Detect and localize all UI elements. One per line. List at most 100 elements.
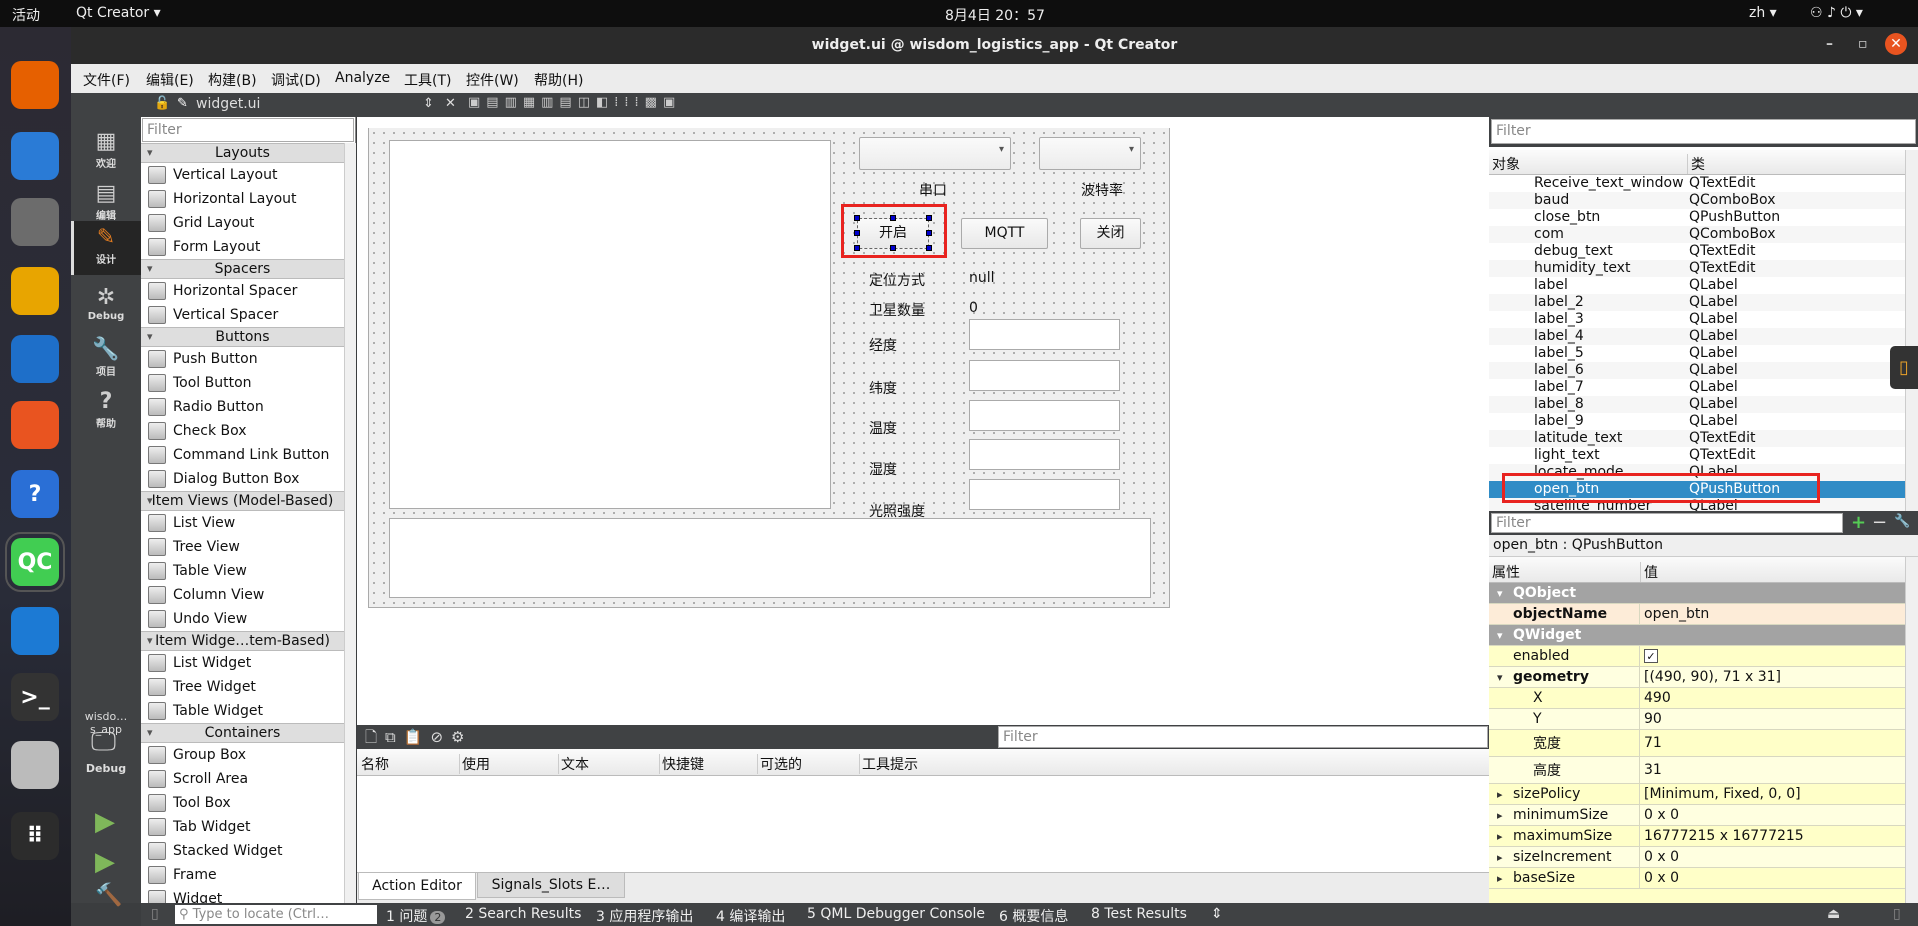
- widget-item[interactable]: Grid Layout: [141, 211, 344, 235]
- output-pane-3[interactable]: 3 应用程序输出: [596, 906, 693, 926]
- debug-run-icon[interactable]: ▶: [95, 847, 115, 877]
- field-input[interactable]: [969, 479, 1120, 510]
- property-row[interactable]: ▸ baseSize 0 x 0: [1489, 868, 1905, 889]
- mode-debug[interactable]: ✲ Debug: [71, 285, 141, 322]
- close-window-button[interactable]: ✕: [1885, 33, 1907, 55]
- vscode-icon[interactable]: [11, 607, 59, 655]
- files-icon[interactable]: [11, 198, 59, 246]
- tab-action-editor[interactable]: Action Editor: [358, 873, 476, 900]
- object-row[interactable]: debug_text QTextEdit: [1489, 243, 1905, 260]
- object-row[interactable]: label_3 QLabel: [1489, 311, 1905, 328]
- action-column-header[interactable]: 名称: [359, 754, 389, 774]
- system-menu-icon[interactable]: ⚇ ♪ ⏻ ▾: [1810, 5, 1863, 21]
- property-row[interactable]: objectName open_btn: [1489, 604, 1905, 625]
- widget-item[interactable]: Stacked Widget: [141, 839, 344, 863]
- build-hammer-icon[interactable]: 🔨: [95, 883, 122, 908]
- object-row[interactable]: Receive_text_window QTextEdit: [1489, 175, 1905, 192]
- widget-item[interactable]: Tool Box: [141, 791, 344, 815]
- maximize-button[interactable]: ▫: [1858, 36, 1868, 52]
- widget-item[interactable]: Undo View: [141, 607, 344, 631]
- firefox-icon[interactable]: [11, 61, 59, 109]
- menu-0[interactable]: 文件(F): [83, 70, 130, 90]
- menu-7[interactable]: 帮助(H): [534, 70, 583, 90]
- expand-arrow-icon[interactable]: ▸: [1497, 788, 1503, 801]
- object-row[interactable]: label_8 QLabel: [1489, 396, 1905, 413]
- widget-item[interactable]: Table Widget: [141, 699, 344, 723]
- object-row[interactable]: label_5 QLabel: [1489, 345, 1905, 362]
- output-pane-2[interactable]: 2 Search Results: [465, 906, 581, 922]
- rhythmbox-icon[interactable]: [11, 267, 59, 315]
- menu-1[interactable]: 编辑(E): [146, 70, 194, 90]
- widget-category[interactable]: Buttons: [141, 327, 344, 347]
- property-value[interactable]: 0 x 0: [1644, 807, 1679, 823]
- help-icon[interactable]: ?: [11, 470, 59, 518]
- widget-category[interactable]: Layouts: [141, 143, 344, 163]
- widget-item[interactable]: Tool Button: [141, 371, 344, 395]
- terminal-icon[interactable]: >_: [11, 673, 59, 721]
- build-config[interactable]: Debug: [71, 762, 141, 775]
- writer-icon[interactable]: [11, 335, 59, 383]
- property-scrollbar[interactable]: [1905, 557, 1918, 903]
- action-column-header[interactable]: 使用: [459, 754, 490, 774]
- widget-item[interactable]: List Widget: [141, 651, 344, 675]
- property-row[interactable]: 高度 31: [1489, 757, 1905, 784]
- mode-欢迎[interactable]: ▦ 欢迎: [71, 129, 141, 170]
- usb-drive-icon[interactable]: ▯: [1890, 346, 1918, 389]
- close-document-icon[interactable]: ✕: [445, 96, 456, 111]
- widget-item[interactable]: Widget: [141, 887, 344, 903]
- property-row[interactable]: X 490: [1489, 688, 1905, 709]
- configure-wrench-icon[interactable]: 🔧: [1894, 514, 1910, 529]
- widget-category[interactable]: Item Widge…tem-Based): [141, 631, 344, 651]
- widget-item[interactable]: Vertical Spacer: [141, 303, 344, 327]
- receive-text-window[interactable]: [389, 140, 831, 509]
- property-row[interactable]: enabled ✓: [1489, 646, 1905, 667]
- widget-item[interactable]: Dialog Button Box: [141, 467, 344, 491]
- property-value[interactable]: 0 x 0: [1644, 870, 1679, 886]
- expand-arrow-icon[interactable]: ▾: [1497, 629, 1503, 642]
- output-pane-toggle-icon[interactable]: ⏏: [1827, 906, 1840, 922]
- property-value[interactable]: 71: [1644, 735, 1662, 751]
- widget-item[interactable]: Table View: [141, 559, 344, 583]
- widget-item[interactable]: Horizontal Layout: [141, 187, 344, 211]
- property-row[interactable]: ▸ sizePolicy [Minimum, Fixed, 0, 0]: [1489, 784, 1905, 805]
- menu-6[interactable]: 控件(W): [466, 70, 519, 90]
- object-filter-input[interactable]: Filter: [1491, 119, 1916, 144]
- software-icon[interactable]: [11, 401, 59, 449]
- menu-5[interactable]: 工具(T): [404, 70, 451, 90]
- widget-item[interactable]: Group Box: [141, 743, 344, 767]
- column-value[interactable]: 值: [1640, 562, 1658, 582]
- expand-arrow-icon[interactable]: ▾: [1497, 587, 1503, 600]
- mode-项目[interactable]: 🔧 项目: [71, 337, 141, 378]
- property-value[interactable]: 490: [1644, 690, 1671, 706]
- property-value[interactable]: [Minimum, Fixed, 0, 0]: [1644, 786, 1801, 802]
- remove-property-icon[interactable]: −: [1872, 512, 1887, 533]
- widget-box-scrollbar[interactable]: [344, 143, 356, 903]
- property-row[interactable]: ▾ QWidget: [1489, 625, 1905, 646]
- column-object[interactable]: 对象: [1492, 154, 1520, 174]
- menu-2[interactable]: 构建(B): [208, 70, 257, 90]
- object-row[interactable]: label QLabel: [1489, 277, 1905, 294]
- sidebar-toggle-icon[interactable]: ▯: [151, 906, 159, 922]
- object-row[interactable]: latitude_text QTextEdit: [1489, 430, 1905, 447]
- widget-item[interactable]: Horizontal Spacer: [141, 279, 344, 303]
- mode-帮助[interactable]: ? 帮助: [71, 389, 141, 430]
- field-input[interactable]: [969, 400, 1120, 431]
- form-widget[interactable]: 串口 波特率 开启 MQTT 关闭 定位方式 null 卫星数量 0 经度纬度温…: [368, 128, 1170, 608]
- widget-item[interactable]: Command Link Button: [141, 443, 344, 467]
- widget-item[interactable]: Column View: [141, 583, 344, 607]
- property-value[interactable]: [(490, 90), 71 x 31]: [1644, 669, 1781, 685]
- action-column-header[interactable]: 可选的: [757, 754, 802, 774]
- widget-item[interactable]: Check Box: [141, 419, 344, 443]
- property-row[interactable]: ▾ geometry [(490, 90), 71 x 31]: [1489, 667, 1905, 688]
- mode-编辑[interactable]: ▤ 编辑: [71, 181, 141, 222]
- widget-item[interactable]: Push Button: [141, 347, 344, 371]
- menu-3[interactable]: 调试(D): [271, 70, 321, 90]
- property-value[interactable]: open_btn: [1644, 606, 1709, 622]
- property-value[interactable]: 31: [1644, 762, 1662, 778]
- widget-item[interactable]: Tab Widget: [141, 815, 344, 839]
- output-pane-1[interactable]: 1 问题 2: [386, 906, 446, 926]
- object-scrollbar[interactable]: [1905, 150, 1918, 511]
- add-property-icon[interactable]: +: [1851, 512, 1866, 533]
- column-class[interactable]: 类: [1687, 154, 1705, 174]
- property-row[interactable]: ▸ minimumSize 0 x 0: [1489, 805, 1905, 826]
